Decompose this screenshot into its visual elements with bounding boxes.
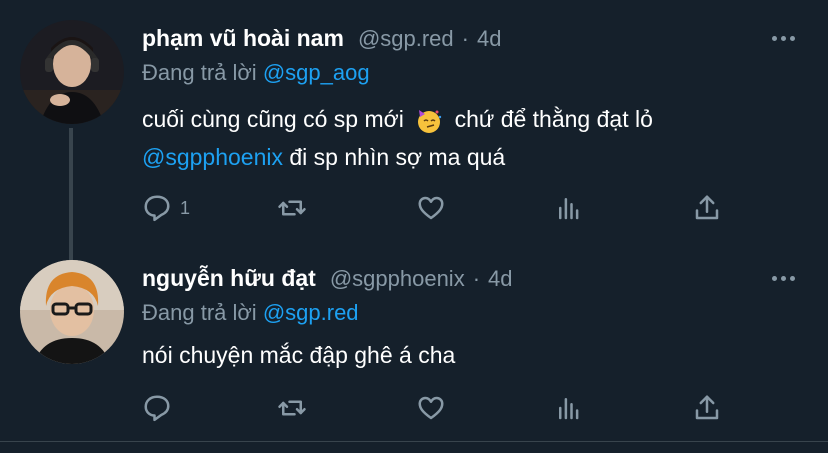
share-icon: [695, 195, 719, 220]
analytics-icon: [559, 398, 579, 420]
display-name[interactable]: phạm vũ hoài nam: [142, 25, 344, 52]
timestamp[interactable]: 4d: [477, 26, 501, 52]
reply-icon: [144, 195, 170, 222]
avatar-image: [20, 20, 124, 124]
replying-to: Đang trả lời @sgp.red: [142, 300, 359, 326]
share-button[interactable]: [692, 193, 722, 223]
analytics-icon: [559, 198, 579, 220]
avatar[interactable]: [20, 20, 124, 124]
more-options-icon[interactable]: [772, 276, 795, 281]
analytics-button[interactable]: [554, 393, 584, 423]
tweet-2[interactable]: nguyễn hữu đạt @sgpphoenix · 4d Đang trả…: [0, 250, 828, 442]
username[interactable]: @sgp.red: [358, 26, 454, 52]
tweet-1[interactable]: phạm vũ hoài nam @sgp.red · 4d Đang trả …: [0, 0, 828, 260]
like-button[interactable]: [416, 193, 446, 223]
tweet-text-part: đi sp nhìn sợ ma quá: [283, 144, 506, 170]
retweet-button[interactable]: [277, 193, 307, 223]
avatar-image: [20, 260, 124, 364]
like-button[interactable]: [416, 393, 446, 423]
divider: [0, 441, 828, 442]
reply-button[interactable]: [142, 393, 180, 423]
tweet-mention[interactable]: @sgpphoenix: [142, 144, 283, 170]
retweet-icon: [278, 400, 306, 416]
reply-icon: [144, 395, 170, 422]
reply-button[interactable]: 1: [142, 193, 190, 223]
heart-icon: [418, 396, 444, 420]
replying-to-mention[interactable]: @sgp.red: [263, 300, 359, 325]
tweet-actions: [142, 393, 742, 427]
more-options-icon[interactable]: [772, 36, 795, 41]
share-icon: [695, 395, 719, 420]
tweet-text-part: chứ để thằng đạt lỏ: [454, 106, 653, 132]
retweet-icon: [278, 200, 306, 216]
display-name[interactable]: nguyễn hữu đạt: [142, 265, 316, 292]
reply-count: 1: [180, 197, 191, 218]
tweet-text: cuối cùng cũng có sp mới chứ để thằng đạ…: [142, 100, 653, 176]
separator: ·: [472, 266, 481, 291]
replying-to-label: Đang trả lời: [142, 300, 257, 325]
thread-line: [69, 128, 73, 260]
tweet-actions: 1: [142, 193, 742, 227]
tweet-header: phạm vũ hoài nam @sgp.red · 4d: [142, 25, 501, 52]
replying-to-label: Đang trả lời: [142, 60, 257, 85]
separator: ·: [461, 26, 469, 51]
tweet-text: nói chuyện mắc đập ghê á cha: [142, 336, 455, 374]
tweet-text-part: nói chuyện mắc đập ghê á cha: [142, 342, 456, 368]
replying-to: Đang trả lời @sgp_aog: [142, 60, 370, 86]
username[interactable]: @sgpphoenix: [330, 266, 465, 292]
timestamp[interactable]: 4d: [488, 266, 512, 292]
share-button[interactable]: [692, 393, 722, 423]
retweet-button[interactable]: [277, 393, 307, 423]
replying-to-mention[interactable]: @sgp_aog: [263, 60, 370, 85]
tweet-text-part: cuối cùng cũng có sp mới: [142, 106, 404, 132]
partying-face-icon: [418, 109, 442, 133]
tweet-header: nguyễn hữu đạt @sgpphoenix · 4d: [142, 265, 513, 292]
heart-icon: [418, 196, 444, 220]
avatar[interactable]: [20, 260, 124, 364]
analytics-button[interactable]: [554, 193, 584, 223]
